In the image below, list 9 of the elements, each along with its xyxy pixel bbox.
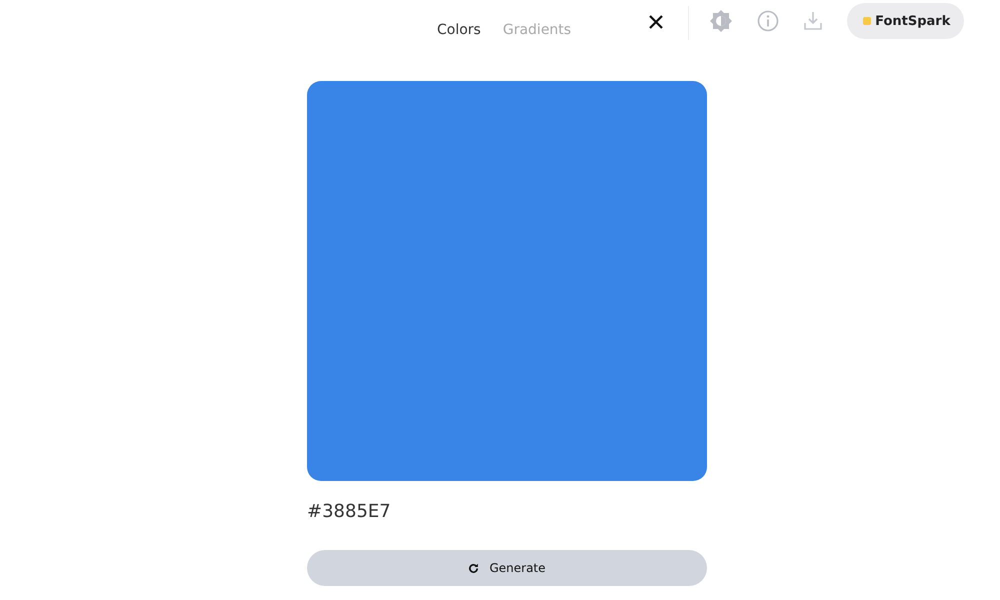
info-icon[interactable] [757,10,780,32]
brand-button[interactable]: FontSpark [847,3,964,39]
brightness-icon[interactable] [709,9,734,33]
tab[interactable]: Colors [430,20,488,40]
generate-button[interactable]: Generate [307,550,707,586]
hex-code: #3885E7 [307,501,392,522]
close-icon[interactable] [648,14,664,30]
download-icon[interactable] [803,11,824,31]
refresh-icon [468,562,480,574]
